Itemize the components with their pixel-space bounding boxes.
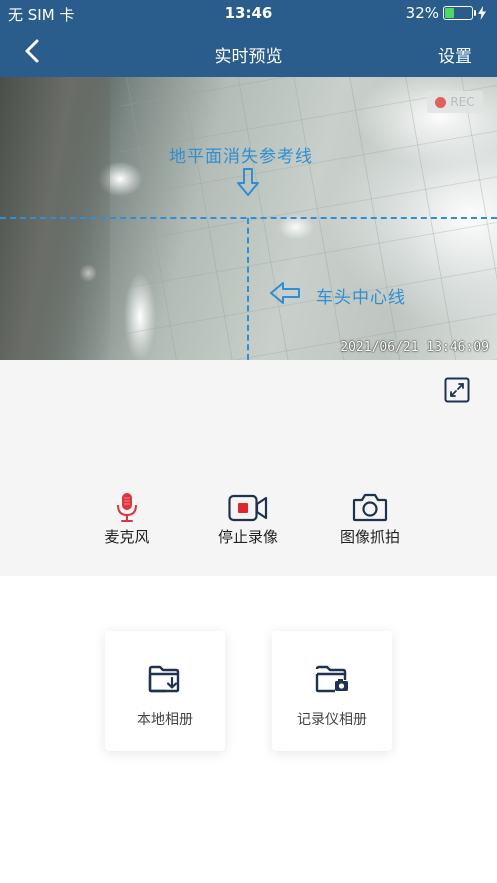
center-guide-line	[247, 218, 249, 360]
left-arrow-icon	[270, 282, 300, 304]
microphone-label: 麦克风	[104, 528, 150, 546]
battery-fill	[445, 8, 454, 18]
rec-dot-icon	[435, 96, 447, 108]
video-record-icon	[228, 494, 268, 522]
battery-status: 32%	[406, 4, 487, 22]
microphone-icon	[117, 493, 137, 522]
charging-bolt-icon	[478, 6, 486, 20]
snapshot-label: 图像抓拍	[339, 528, 400, 546]
recorder-album-card[interactable]: 记录仪相册	[272, 631, 392, 751]
folder-download-icon	[148, 665, 180, 693]
stop-recording-button[interactable]: 停止录像	[198, 490, 298, 547]
live-video-preview: REC 地平面消失参考线 车头中心线 2021/06/21 13:46:09	[0, 77, 497, 360]
horizon-guide-label: 地平面消失参考线	[169, 147, 313, 167]
snapshot-button[interactable]: 图像抓拍	[320, 490, 420, 547]
center-guide-label: 车头中心线	[316, 288, 406, 308]
folder-camera-icon	[315, 665, 348, 693]
camera-icon	[352, 493, 388, 522]
down-arrow-icon	[237, 168, 259, 196]
recorder-album-label: 记录仪相册	[297, 712, 367, 728]
app-header: 无 SIM 卡 13:46 32% 实时预览 设置	[0, 0, 497, 77]
microphone-button[interactable]: 麦克风	[77, 490, 177, 547]
fullscreen-icon[interactable]	[444, 377, 470, 403]
rec-badge: REC	[427, 91, 483, 113]
local-album-label: 本地相册	[137, 712, 193, 728]
local-album-card[interactable]: 本地相册	[105, 631, 225, 751]
stop-recording-label: 停止录像	[217, 528, 278, 546]
settings-button[interactable]: 设置	[438, 42, 472, 67]
battery-percent: 32%	[405, 4, 439, 22]
control-panel: 麦克风 停止录像 图像抓拍	[0, 360, 497, 576]
album-section: 本地相册 记录仪相册	[0, 576, 497, 883]
status-bar: 无 SIM 卡 13:46 32%	[0, 0, 497, 28]
rec-label: REC	[450, 95, 475, 109]
battery-icon	[443, 6, 476, 20]
video-timestamp: 2021/06/21 13:46:09	[340, 340, 489, 355]
page-title: 实时预览	[214, 47, 283, 67]
